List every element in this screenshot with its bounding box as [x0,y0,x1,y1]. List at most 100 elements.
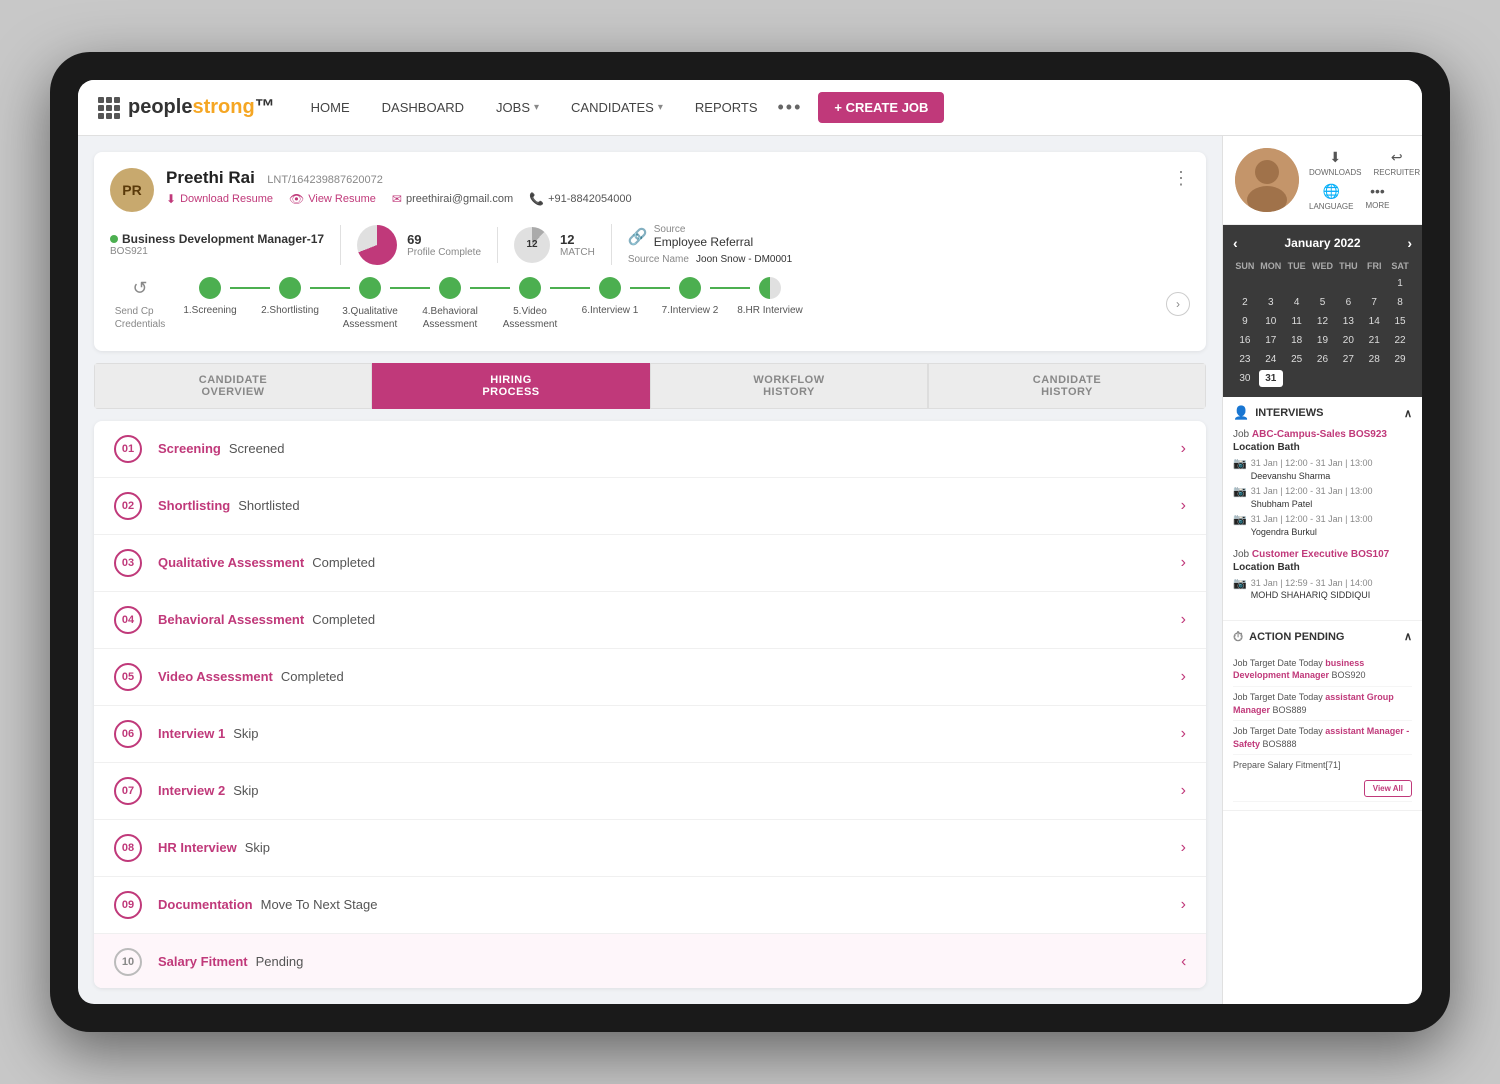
cal-day-15[interactable]: 15 [1388,313,1412,330]
step-num-2: 02 [114,492,142,520]
source-value: Employee Referral [654,235,753,249]
view-resume-link[interactable]: 👁 View Resume [289,192,376,206]
email-link[interactable]: ✉ preethirai@gmail.com [392,192,513,206]
nav-more-dots[interactable]: ••• [778,97,803,118]
step-chevron-7: › [1181,782,1186,800]
pipeline-behavioral[interactable]: 4.Behavioral Assessment [410,277,490,331]
pipeline-shortlisting[interactable]: 2.Shortlisting [250,277,330,316]
cal-day-23[interactable]: 23 [1233,351,1257,368]
pipeline-interview2[interactable]: 7.Interview 2 [650,277,730,316]
cal-day-17[interactable]: 17 [1259,332,1283,349]
candidate-avatar: PR [110,168,154,212]
download-resume-link[interactable]: ⬇ Download Resume [166,192,273,206]
cal-day-13[interactable]: 13 [1336,313,1360,330]
nav-jobs[interactable]: JOBS▾ [484,94,551,121]
cal-day-19[interactable]: 19 [1311,332,1335,349]
step-num-8: 08 [114,834,142,862]
cal-day-5[interactable]: 5 [1311,294,1335,311]
tab-candidate-overview[interactable]: CANDIDATE OVERVIEW [94,363,372,409]
step-title-7: Interview 2 [158,783,225,798]
cal-next-btn[interactable]: › [1407,235,1412,251]
cal-day-28[interactable]: 28 [1362,351,1386,368]
sidebar-language-btn[interactable]: 🌐 LANGUAGE [1309,183,1353,211]
cal-day-1[interactable]: 1 [1388,275,1412,292]
cal-day-7[interactable]: 7 [1362,294,1386,311]
cal-day-29[interactable]: 29 [1388,351,1412,368]
create-job-button[interactable]: + CREATE JOB [818,92,944,123]
cal-day-9[interactable]: 9 [1233,313,1257,330]
sidebar-icon-row-2: 🌐 LANGUAGE ••• MORE [1309,183,1420,211]
cal-day-31[interactable]: 31 [1259,370,1283,387]
pipeline-screening[interactable]: 1.Screening [170,277,250,316]
pipeline-next-btn[interactable]: › [1166,292,1190,316]
cal-day-16[interactable]: 16 [1233,332,1257,349]
sidebar-more-btn[interactable]: ••• MORE [1365,183,1389,211]
cal-day-25[interactable]: 25 [1285,351,1309,368]
interviews-collapse-btn[interactable]: ∧ [1404,407,1412,420]
right-sidebar: ⬇ DOWNLOADS ↩ RECRUITER 🌐 LANGUAG [1222,136,1422,1004]
pipeline-video[interactable]: 5.Video Assessment [490,277,570,331]
cal-label-fri: FRI [1362,259,1386,273]
profile-photo [1235,148,1299,212]
cal-day-3[interactable]: 3 [1259,294,1283,311]
pipeline-dot-shortlisting [279,277,301,299]
phone-link[interactable]: 📞 +91-8842054000 [529,192,631,206]
candidate-more-icon[interactable]: ⋮ [1172,168,1190,189]
step-row-interview2[interactable]: 07 Interview 2 Skip › [94,763,1206,820]
cal-day-4[interactable]: 4 [1285,294,1309,311]
cal-day-8[interactable]: 8 [1388,294,1412,311]
step-row-qualitative[interactable]: 03 Qualitative Assessment Completed › [94,535,1206,592]
step-num-9: 09 [114,891,142,919]
nav-home[interactable]: HOME [299,94,362,121]
step-row-interview1[interactable]: 06 Interview 1 Skip › [94,706,1206,763]
sidebar-downloads-btn[interactable]: ⬇ DOWNLOADS [1309,149,1361,177]
step-status-7: Skip [233,783,258,798]
cal-day-18[interactable]: 18 [1285,332,1309,349]
tab-candidate-history[interactable]: CANDIDATE HISTORY [928,363,1206,409]
cal-day-14[interactable]: 14 [1362,313,1386,330]
step-row-screening[interactable]: 01 Screening Screened › [94,421,1206,478]
action-pending-collapse-btn[interactable]: ∧ [1404,630,1412,643]
action-item-1: Job Target Date Today business Developme… [1233,653,1412,687]
cal-day-empty-9 [1336,370,1360,387]
active-dot [110,235,118,243]
step-row-behavioral[interactable]: 04 Behavioral Assessment Completed › [94,592,1206,649]
cal-day-26[interactable]: 26 [1311,351,1335,368]
cal-prev-btn[interactable]: ‹ [1233,235,1238,251]
sidebar-recruiter-btn[interactable]: ↩ RECRUITER [1373,149,1420,177]
step-row-hr-interview[interactable]: 08 HR Interview Skip › [94,820,1206,877]
cal-day-24[interactable]: 24 [1259,351,1283,368]
cal-day-21[interactable]: 21 [1362,332,1386,349]
step-row-shortlisting[interactable]: 02 Shortlisting Shortlisted › [94,478,1206,535]
step-chevron-8: › [1181,839,1186,857]
cal-day-12[interactable]: 12 [1311,313,1335,330]
tab-workflow-history[interactable]: WORKFLOW HISTORY [650,363,928,409]
tab-hiring-process[interactable]: HIRING PROCESS [372,363,650,409]
cal-day-11[interactable]: 11 [1285,313,1309,330]
view-all-btn[interactable]: View All [1364,780,1412,797]
nav-dashboard[interactable]: DASHBOARD [370,94,476,121]
pipeline-hr-interview[interactable]: 8.HR Interview [730,277,810,316]
step-status-8: Skip [245,840,270,855]
interview-entry-2-1: 📷 31 Jan | 12:59 - 31 Jan | 14:00 MOHD S… [1233,577,1412,602]
cal-day-30[interactable]: 30 [1233,370,1257,387]
cal-day-6[interactable]: 6 [1336,294,1360,311]
cal-day-empty-2 [1259,275,1283,292]
step-row-video[interactable]: 05 Video Assessment Completed › [94,649,1206,706]
step-row-documentation[interactable]: 09 Documentation Move To Next Stage › [94,877,1206,934]
action-pending-title: ACTION PENDING [1249,631,1344,643]
cal-day-2[interactable]: 2 [1233,294,1257,311]
pipeline-qualitative[interactable]: 3.Qualitative Assessment [330,277,410,331]
nav-reports[interactable]: REPORTS [683,94,770,121]
step-title-8: HR Interview [158,840,237,855]
cal-day-10[interactable]: 10 [1259,313,1283,330]
nav-candidates[interactable]: CANDIDATES▾ [559,94,675,121]
cal-day-20[interactable]: 20 [1336,332,1360,349]
step-row-salary-fitment[interactable]: 10 Salary Fitment Pending › [94,934,1206,988]
cal-day-27[interactable]: 27 [1336,351,1360,368]
pipeline-dot-qualitative [359,277,381,299]
tablet-screen: peoplestrong™ HOME DASHBOARD JOBS▾ CANDI… [78,80,1422,1004]
main-content: PR Preethi Rai LNT/164239887620072 ⬇ Do [78,136,1422,1004]
pipeline-interview1[interactable]: 6.Interview 1 [570,277,650,316]
cal-day-22[interactable]: 22 [1388,332,1412,349]
